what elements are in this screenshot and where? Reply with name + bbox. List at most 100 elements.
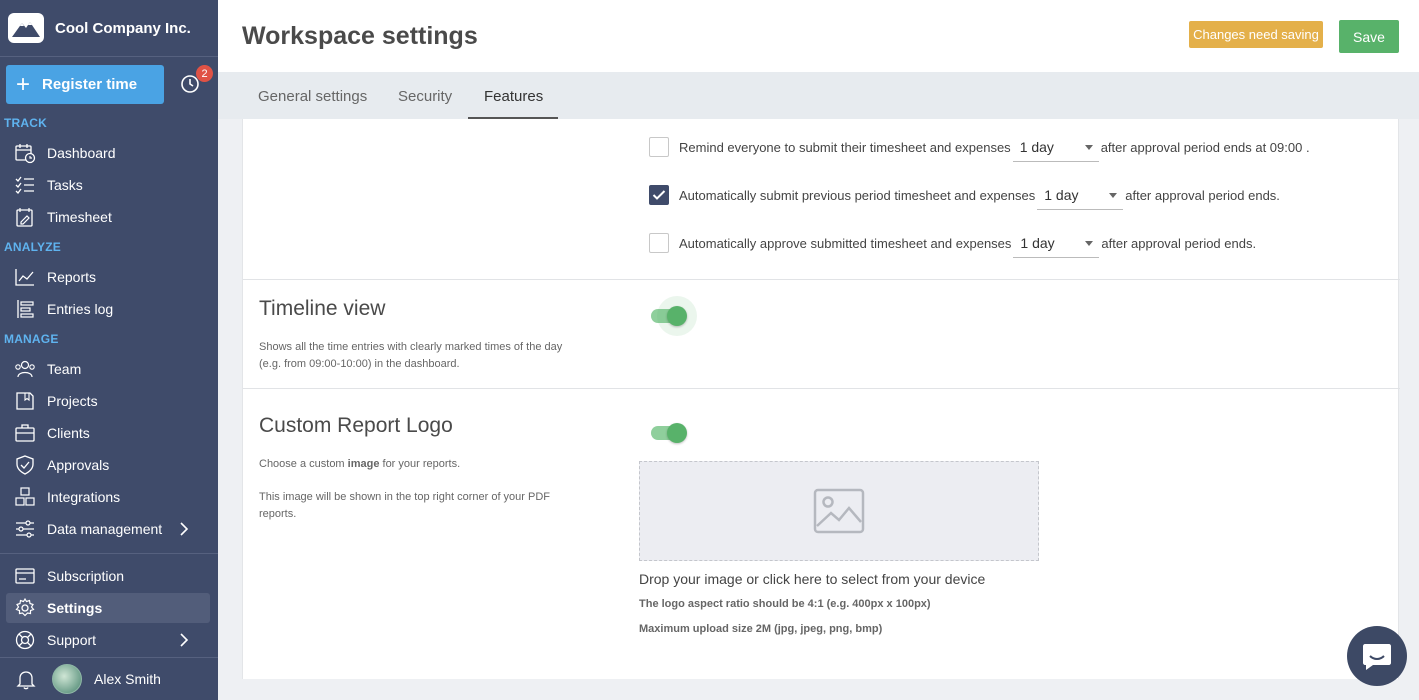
select-value: 1 day — [1019, 138, 1054, 155]
sidebar-item-support[interactable]: Support — [6, 625, 210, 655]
page-header: Workspace settings Changes need saving S… — [218, 0, 1419, 72]
company-name: Cool Company Inc. — [55, 19, 191, 37]
bell-icon[interactable] — [15, 668, 37, 690]
sidebar-item-tasks[interactable]: Tasks — [6, 170, 210, 200]
remind-days-select[interactable]: 1 day — [1012, 132, 1099, 162]
remind-label: Remind everyone to submit their timeshee… — [679, 139, 1011, 155]
select-value: 1 day — [1020, 234, 1055, 251]
cubes-icon — [15, 487, 35, 506]
timeline-toggle[interactable] — [651, 296, 697, 336]
sidebar-item-label: Dashboard — [47, 145, 116, 161]
sidebar-item-entries-log[interactable]: Entries log — [6, 294, 210, 324]
sidebar-item-label: Team — [47, 361, 82, 377]
sidebar-item-reports[interactable]: Reports — [6, 262, 210, 292]
sidebar-item-label: Tasks — [47, 177, 83, 193]
auto-submit-option: Automatically submit previous period tim… — [649, 180, 1280, 210]
auto-approve-option: Automatically approve submitted timeshee… — [649, 228, 1257, 258]
user-menu[interactable]: Alex Smith — [0, 658, 218, 700]
caret-down-icon — [1085, 241, 1094, 246]
settings-tabs: General settings Security Features — [218, 72, 1419, 119]
calendar-clock-icon — [15, 144, 36, 164]
sidebar-item-team[interactable]: Team — [6, 354, 210, 384]
page-footer-strip — [218, 680, 1419, 700]
report-logo-title: Custom Report Logo — [259, 414, 453, 437]
dropzone-text[interactable]: Drop your image or click here to select … — [639, 571, 985, 587]
timeline-title: Timeline view — [259, 297, 386, 320]
sidebar-item-label: Support — [47, 632, 97, 648]
tab-general-settings[interactable]: General settings — [258, 88, 367, 105]
section-track: TRACK — [4, 116, 47, 130]
divider — [243, 388, 1400, 389]
sidebar-item-integrations[interactable]: Integrations — [6, 482, 210, 512]
sidebar-item-label: Settings — [47, 600, 103, 616]
folder-icon — [16, 392, 34, 410]
save-button[interactable]: Save — [1339, 20, 1399, 53]
timesheet-icon — [16, 208, 33, 227]
checklist-icon — [15, 176, 34, 194]
card-icon — [15, 568, 35, 584]
list-icon — [17, 300, 34, 318]
sidebar-item-data-management[interactable]: Data management — [6, 514, 210, 544]
remind-checkbox[interactable] — [649, 137, 669, 157]
chat-button[interactable] — [1347, 626, 1407, 686]
report-logo-description-2: This image will be shown in the top righ… — [259, 491, 551, 520]
lifebuoy-icon — [15, 630, 35, 650]
auto-submit-suffix: after approval period ends. — [1125, 187, 1280, 203]
toggle-knob — [667, 306, 687, 326]
sliders-icon — [16, 520, 34, 538]
register-row: + Register time 2 — [6, 65, 213, 105]
toggle-knob — [667, 423, 687, 443]
chevron-right-icon — [180, 633, 189, 647]
sidebar-item-label: Projects — [47, 393, 98, 409]
shield-check-icon — [16, 455, 34, 475]
sidebar-item-approvals[interactable]: Approvals — [6, 450, 210, 480]
sidebar-item-label: Data management — [47, 521, 163, 537]
gear-icon — [15, 597, 35, 617]
sidebar-item-settings[interactable]: Settings — [6, 593, 210, 623]
sidebar-item-subscription[interactable]: Subscription — [6, 561, 210, 591]
section-manage: MANAGE — [4, 332, 59, 346]
auto-submit-label: Automatically submit previous period tim… — [679, 187, 1036, 203]
caret-down-icon — [1084, 145, 1093, 150]
workspace-switcher[interactable]: Cool Company Inc. — [0, 0, 218, 57]
remind-suffix: after approval period ends at 09:00 . — [1100, 139, 1310, 155]
sidebar-item-label: Approvals — [47, 457, 110, 473]
auto-submit-days-select[interactable]: 1 day — [1037, 180, 1124, 210]
chat-icon — [1363, 644, 1391, 670]
sidebar-divider — [0, 553, 218, 554]
sidebar-item-label: Entries log — [47, 301, 114, 317]
aspect-ratio-hint: The logo aspect ratio should be 4:1 (e.g… — [639, 598, 931, 610]
sidebar-item-label: Clients — [47, 425, 90, 441]
auto-approve-days-select[interactable]: 1 day — [1013, 228, 1100, 258]
sidebar-item-clients[interactable]: Clients — [6, 418, 210, 448]
report-logo-description: Choose a custom image for your reports. — [259, 456, 579, 473]
sidebar-item-timesheet[interactable]: Timesheet — [6, 202, 210, 232]
user-name: Alex Smith — [94, 671, 161, 687]
register-time-button[interactable]: + Register time — [6, 65, 164, 104]
select-value: 1 day — [1044, 186, 1079, 203]
features-panel: Remind everyone to submit their timeshee… — [242, 119, 1400, 679]
sidebar-item-projects[interactable]: Projects — [6, 386, 210, 416]
chevron-right-icon — [180, 522, 189, 536]
notification-badge: 2 — [196, 65, 213, 82]
tab-features[interactable]: Features — [484, 88, 543, 105]
auto-approve-checkbox[interactable] — [649, 233, 669, 253]
auto-approve-suffix: after approval period ends. — [1101, 235, 1257, 251]
sidebar-item-dashboard[interactable]: Dashboard — [6, 138, 210, 168]
plus-icon: + — [16, 70, 31, 98]
tab-security[interactable]: Security — [398, 88, 452, 105]
report-logo-toggle[interactable] — [651, 423, 687, 443]
desc-bold: image — [347, 458, 380, 470]
avatar[interactable] — [52, 664, 82, 694]
auto-submit-checkbox[interactable] — [649, 185, 669, 205]
company-logo — [8, 13, 44, 43]
logo-dropzone[interactable] — [639, 461, 1039, 561]
sidebar-item-label: Integrations — [47, 489, 121, 505]
divider — [243, 279, 1400, 280]
sidebar-item-label: Timesheet — [47, 209, 112, 225]
image-placeholder-icon — [813, 488, 865, 534]
checkmark-icon — [652, 190, 666, 200]
desc-suffix: for your reports. — [379, 458, 461, 470]
register-time-label: Register time — [42, 76, 138, 93]
remind-option: Remind everyone to submit their timeshee… — [649, 132, 1310, 162]
